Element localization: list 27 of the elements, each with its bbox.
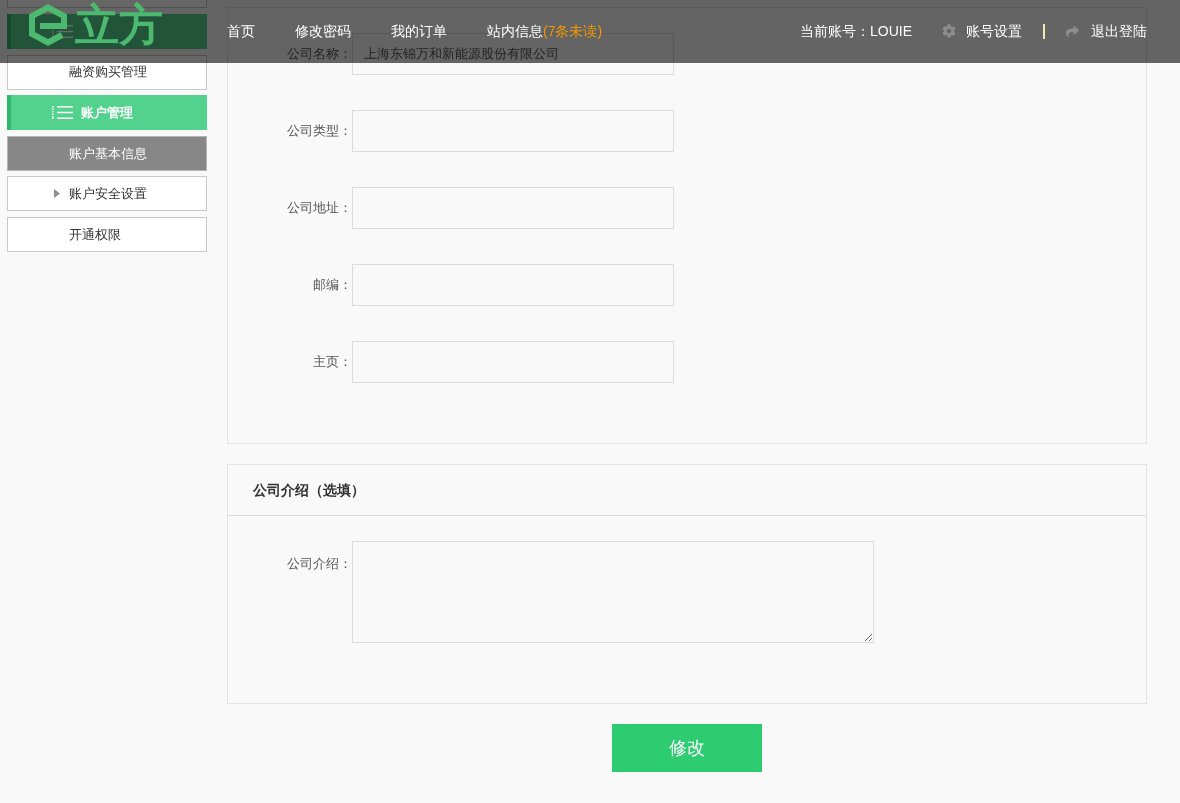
field-label: 公司类型： [286,122,352,141]
sidebar-item[interactable]: 账户安全设置 [7,176,207,212]
panel-title: 公司介绍（选填） [253,480,365,500]
logout-link[interactable]: 退出登陆 [1066,21,1147,41]
field-label: 公司地址： [286,199,352,218]
sidebar-item[interactable]: 融资购买管理 [7,54,207,90]
curved-arrow-icon [1066,24,1079,38]
text-input[interactable] [352,110,674,152]
settings-link[interactable]: 账号设置 [942,21,1022,41]
field-label: 公司介绍： [286,555,352,573]
list-icon [52,106,73,120]
text-input[interactable] [352,264,674,306]
text-input[interactable] [352,341,674,383]
nav-link[interactable]: 首页 [227,21,255,41]
field-label: 主页： [312,353,352,372]
field-label: 邮编： [312,276,352,295]
field-label: 公司名称： [286,45,352,64]
textarea-field[interactable] [352,541,874,643]
account-name: 当前账号：LOUIE [800,22,912,41]
sidebar-item[interactable]: 开通权限 [7,216,207,252]
text-input[interactable] [352,187,674,229]
nav-link[interactable]: 修改密码 [295,21,351,41]
triangle-right-icon [54,189,60,199]
list-icon [52,25,73,38]
settings-icon [942,24,956,38]
sidebar-item[interactable]: 账户基本信息 [7,135,207,171]
hexagon-logo-icon [28,4,68,46]
